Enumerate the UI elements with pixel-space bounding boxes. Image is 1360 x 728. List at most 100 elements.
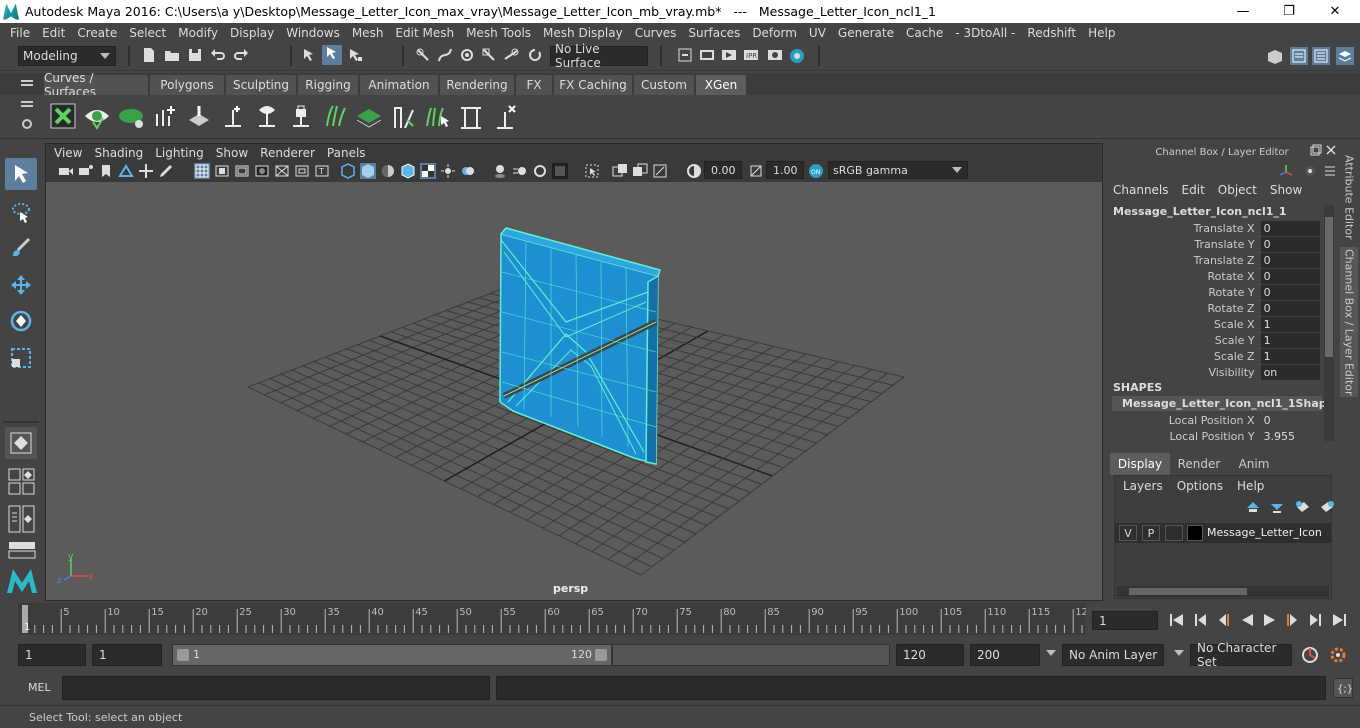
playback-end-field[interactable]: 120	[896, 644, 964, 666]
animation-end-field[interactable]: 200	[970, 644, 1040, 666]
save-scene-icon[interactable]	[186, 47, 204, 65]
layer-playback-toggle[interactable]: P	[1142, 525, 1160, 541]
menu-file[interactable]: File	[4, 26, 36, 40]
scale-tool-icon[interactable]	[5, 342, 37, 374]
select-camera-icon[interactable]	[58, 163, 74, 179]
minimize-button[interactable]: —	[1220, 0, 1266, 23]
close-button[interactable]: ✕	[1312, 0, 1358, 23]
xray-active-components-icon[interactable]	[632, 163, 648, 179]
cb-menu-edit[interactable]: Edit	[1175, 183, 1211, 201]
paint-select-tool-icon[interactable]	[5, 232, 37, 264]
single-perspective-layout-icon[interactable]	[5, 427, 37, 459]
menu-help[interactable]: Help	[1082, 26, 1121, 40]
xgen-guide-visibility-icon[interactable]	[252, 101, 282, 131]
select-by-component-icon[interactable]	[346, 47, 364, 65]
xgen-sculpt-guide-icon[interactable]	[184, 101, 214, 131]
layer-menu-help[interactable]: Help	[1237, 479, 1264, 493]
safe-title-icon[interactable]: T	[314, 163, 330, 179]
step-forward-key-icon[interactable]	[1306, 611, 1324, 629]
viewport-menu-lighting[interactable]: Lighting	[151, 146, 212, 160]
shelf-menu-icon[interactable]	[20, 78, 34, 90]
use-all-lights-icon[interactable]	[440, 163, 456, 179]
exposure-field[interactable]: 0.00	[704, 161, 742, 179]
menu-edit-mesh[interactable]: Edit Mesh	[389, 26, 460, 40]
script-editor-icon[interactable]: {;}	[1333, 678, 1353, 698]
construction-history-icon[interactable]	[676, 47, 694, 65]
viewport-menu-shading[interactable]: Shading	[90, 146, 151, 160]
shadows-icon[interactable]	[460, 163, 476, 179]
xgen-guide-normals-icon[interactable]	[456, 101, 486, 131]
menu-surfaces[interactable]: Surfaces	[682, 26, 746, 40]
channel-value[interactable]: 0	[1260, 252, 1320, 268]
motion-blur-icon[interactable]	[512, 163, 528, 179]
layer-menu-layers[interactable]: Layers	[1123, 479, 1163, 493]
tab-attribute-editor[interactable]: Attribute Editor	[1340, 151, 1358, 243]
menu-modify[interactable]: Modify	[172, 26, 224, 40]
channel-row[interactable]: Scale X 1	[1112, 316, 1320, 332]
textured-icon[interactable]	[420, 163, 436, 179]
grease-pencil-icon[interactable]	[158, 163, 174, 179]
wireframe-on-shaded-icon[interactable]	[400, 163, 416, 179]
xgen-guide-curves-icon[interactable]	[320, 101, 350, 131]
toggle-tool-settings-icon[interactable]	[1312, 47, 1330, 65]
channel-row[interactable]: Translate Y 0	[1112, 236, 1320, 252]
tab-fx-caching[interactable]: FX Caching	[554, 75, 632, 95]
channel-row[interactable]: Rotate X 0	[1112, 268, 1320, 284]
toggle-attribute-editor-icon[interactable]	[1290, 47, 1308, 65]
xray-joints-icon[interactable]	[652, 163, 668, 179]
exposure-icon[interactable]	[686, 163, 702, 179]
character-set-chevron-down-icon[interactable]	[1174, 650, 1184, 656]
live-surface-field[interactable]: No Live Surface	[550, 42, 648, 70]
2d-pan-zoom-icon[interactable]	[138, 163, 154, 179]
tab-render[interactable]: Render	[1170, 453, 1228, 475]
xgen-groom-grid-icon[interactable]	[354, 101, 384, 131]
menu-cache[interactable]: Cache	[900, 26, 949, 40]
step-forward-frame-icon[interactable]	[1284, 611, 1302, 629]
rotate-tool-icon[interactable]	[5, 305, 37, 337]
animation-start-field[interactable]: 1	[18, 644, 86, 666]
xgen-guide-tool-icon[interactable]	[218, 101, 248, 131]
step-back-key-icon[interactable]	[1192, 611, 1210, 629]
auto-key-icon[interactable]	[1300, 645, 1320, 665]
wireframe-icon[interactable]	[340, 163, 356, 179]
shape-channel-row[interactable]: Local Position Y 3.955	[1112, 428, 1320, 444]
render-view-icon[interactable]	[698, 47, 716, 65]
open-scene-icon[interactable]	[163, 47, 181, 65]
step-back-frame-icon[interactable]	[1214, 611, 1232, 629]
go-to-end-icon[interactable]	[1330, 611, 1348, 629]
time-ruler[interactable]: 5 10 15 20 25 30 35 40 45 50 55 60 65 70 75 80 85 90 95 100…	[18, 603, 1086, 637]
layer-row[interactable]: V P Message_Letter_Icon	[1115, 523, 1331, 543]
menu-generate[interactable]: Generate	[832, 26, 900, 40]
undo-icon[interactable]	[209, 47, 227, 65]
four-view-layout-icon[interactable]	[8, 468, 36, 496]
layer-display-type-toggle[interactable]	[1165, 525, 1183, 541]
go-to-start-icon[interactable]	[1168, 611, 1186, 629]
colorspace-dropdown[interactable]: sRGB gamma	[828, 161, 968, 179]
range-end-handle[interactable]	[595, 649, 607, 661]
playback-start-field[interactable]: 1	[92, 644, 162, 666]
tab-custom[interactable]: Custom	[634, 75, 694, 95]
menu-edit[interactable]: Edit	[36, 26, 71, 40]
field-chart-icon[interactable]	[274, 163, 290, 179]
channel-value[interactable]: 0	[1260, 236, 1320, 252]
resolution-gate-icon[interactable]	[234, 163, 250, 179]
tab-fx[interactable]: FX	[516, 75, 552, 95]
channel-value[interactable]: 1	[1260, 316, 1320, 332]
channel-row[interactable]: Scale Y 1	[1112, 332, 1320, 348]
render-settings-icon[interactable]	[766, 47, 784, 65]
snap-grid-icon[interactable]	[414, 47, 432, 65]
tab-anim[interactable]: Anim	[1228, 453, 1280, 475]
viewport-menu-panels[interactable]: Panels	[323, 146, 374, 160]
snap-surface-icon[interactable]	[502, 47, 520, 65]
outliner-layout-icon[interactable]	[8, 541, 36, 559]
play-backward-icon[interactable]	[1238, 611, 1256, 629]
snap-point-icon[interactable]	[458, 47, 476, 65]
menu-curves[interactable]: Curves	[629, 26, 683, 40]
channel-row[interactable]: Visibility on	[1112, 364, 1320, 380]
selected-object-name[interactable]: Message_Letter_Icon_ncl1_1	[1113, 205, 1287, 218]
channel-value[interactable]: 0	[1260, 268, 1320, 284]
shape-name[interactable]: Message_Letter_Icon_ncl1_1Shape	[1112, 396, 1334, 411]
command-language-label[interactable]: MEL	[28, 681, 51, 694]
live-surface-icon[interactable]	[526, 47, 544, 65]
channel-value[interactable]: 0	[1260, 220, 1320, 236]
